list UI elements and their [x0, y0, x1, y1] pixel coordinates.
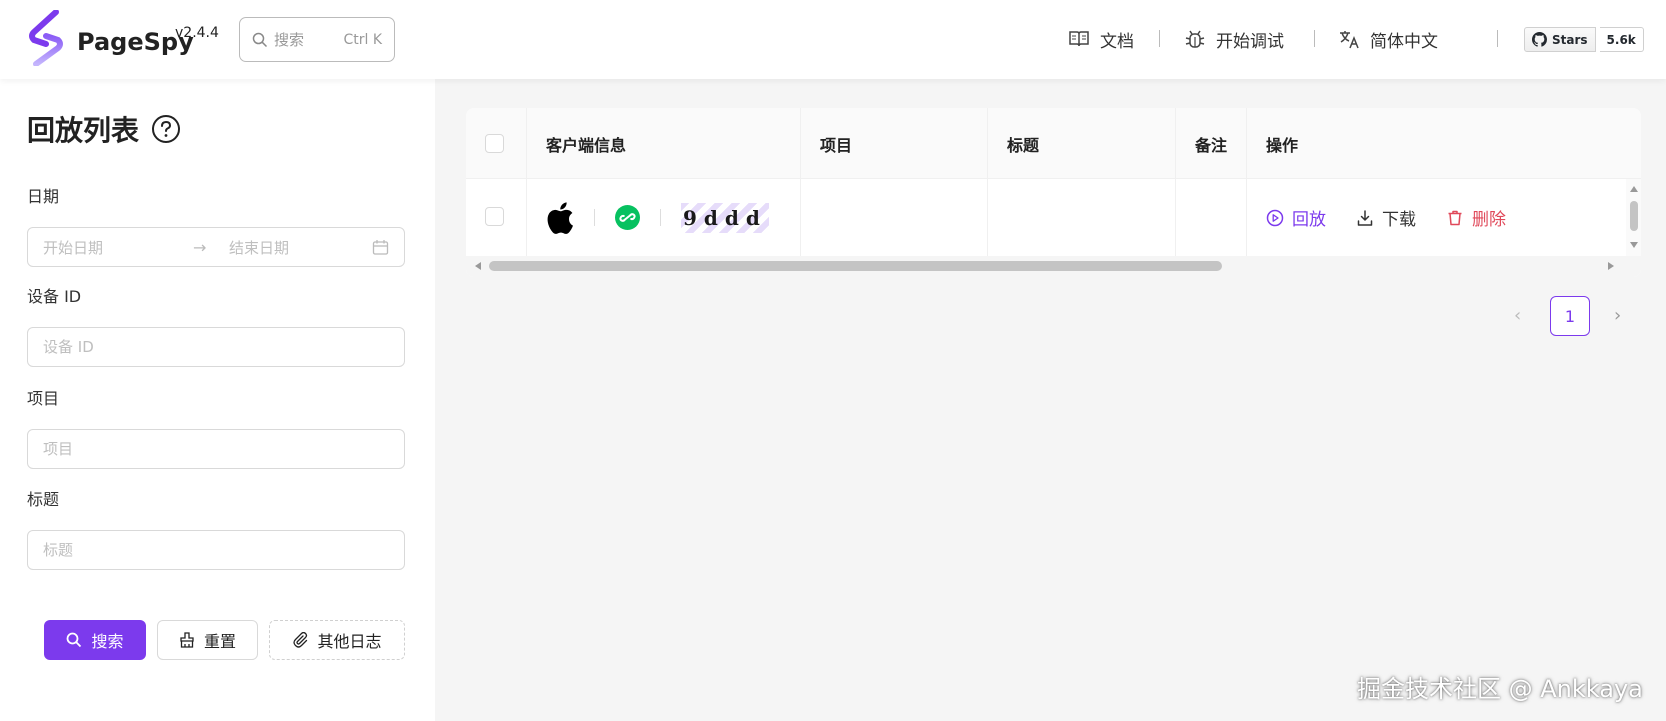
- delete-button-label: 删除: [1472, 210, 1506, 230]
- search-shortcut: Ctrl K: [343, 31, 382, 48]
- device-id-input[interactable]: [27, 327, 405, 367]
- calendar-icon: [372, 239, 389, 255]
- search-icon: [252, 32, 268, 47]
- column-divider: [526, 108, 527, 179]
- replay-button-label: 回放: [1292, 210, 1326, 230]
- vertical-scroll-thumb[interactable]: [1630, 201, 1638, 231]
- start-date-input[interactable]: 开始日期: [43, 237, 193, 258]
- client-info-cell: 9ddd: [546, 179, 769, 256]
- horizontal-scroll-thumb[interactable]: [489, 261, 1222, 271]
- project-cell: --: [820, 137, 832, 156]
- arrow-right-icon: →: [193, 237, 207, 257]
- remark-cell: --: [1195, 137, 1207, 156]
- search-icon: [67, 632, 82, 648]
- version-label: v2.4.4: [175, 25, 219, 41]
- page-title: 回放列表: [27, 109, 181, 149]
- actions-cell: 回放 下载 删除: [1266, 179, 1536, 256]
- download-button[interactable]: 下载: [1356, 205, 1416, 230]
- title-input[interactable]: [27, 530, 405, 570]
- nav-language-label: 简体中文: [1370, 31, 1438, 52]
- nav-divider: [1159, 30, 1160, 47]
- column-divider: [987, 179, 988, 256]
- project-input[interactable]: [27, 429, 405, 469]
- clear-broom-icon: [180, 632, 194, 648]
- device-id-badge[interactable]: 9ddd: [681, 202, 769, 233]
- pagination-page-1[interactable]: 1: [1550, 296, 1590, 336]
- search-button-label: 搜索: [91, 632, 124, 651]
- column-divider: [1246, 179, 1247, 256]
- scroll-right-arrow-icon[interactable]: [1608, 262, 1614, 270]
- scroll-down-arrow-icon[interactable]: [1630, 242, 1638, 248]
- column-header-actions: 操作: [1266, 135, 1299, 155]
- other-logs-button-label: 其他日志: [317, 632, 382, 651]
- translate-icon: [1340, 31, 1359, 49]
- top-header: PageSpy v2.4.4 搜索 Ctrl K 文档 开始调试 简体中文 St…: [0, 0, 1666, 79]
- play-circle-icon: [1266, 209, 1284, 226]
- pagination-prev-button[interactable]: ‹: [1514, 305, 1521, 326]
- wechat-miniprogram-icon: [615, 205, 640, 230]
- nav-language[interactable]: 简体中文: [1338, 24, 1438, 54]
- row-checkbox[interactable]: [485, 207, 504, 226]
- github-icon: [1532, 32, 1547, 47]
- github-stars-label: Stars: [1552, 32, 1588, 47]
- horizontal-scrollbar[interactable]: [466, 256, 1641, 277]
- nav-divider: [1497, 30, 1498, 47]
- github-stars-label-box[interactable]: Stars: [1524, 27, 1596, 52]
- column-divider: [526, 179, 527, 256]
- column-header-client: 客户端信息: [546, 135, 627, 155]
- replay-table: 客户端信息 项目 标题 备注 操作 9ddd -- -- -- 回放 下载 删除: [466, 108, 1641, 277]
- nav-start-debug-label: 开始调试: [1216, 31, 1284, 52]
- title-cell: --: [1007, 137, 1019, 156]
- github-stars-count[interactable]: 5.6k: [1599, 27, 1644, 52]
- watermark: 掘金技术社区 @ Ankkaya: [1357, 675, 1643, 703]
- project-label: 项目: [27, 389, 60, 408]
- end-date-input[interactable]: 结束日期: [229, 237, 372, 258]
- pagination-next-button[interactable]: ›: [1614, 305, 1621, 326]
- reset-button-label: 重置: [203, 632, 236, 651]
- github-stars-button[interactable]: Stars 5.6k: [1524, 27, 1644, 52]
- delete-button[interactable]: 删除: [1446, 205, 1506, 230]
- paperclip-icon: [293, 632, 308, 648]
- bug-icon: [1185, 30, 1205, 48]
- scroll-left-arrow-icon[interactable]: [475, 262, 481, 270]
- page-title-text: 回放列表: [27, 114, 140, 147]
- pagespy-logo-icon[interactable]: [28, 10, 64, 66]
- search-placeholder: 搜索: [274, 31, 305, 49]
- download-icon: [1357, 209, 1373, 226]
- other-logs-button[interactable]: 其他日志: [269, 620, 405, 660]
- client-divider: [660, 209, 661, 226]
- apple-icon: [547, 201, 573, 234]
- reset-button[interactable]: 重置: [157, 620, 258, 660]
- nav-start-debug[interactable]: 开始调试: [1184, 24, 1284, 54]
- scroll-up-arrow-icon[interactable]: [1630, 186, 1638, 192]
- column-divider: [1175, 179, 1176, 256]
- book-icon: [1069, 31, 1089, 47]
- filter-sidebar: 回放列表 日期 开始日期 → 结束日期 设备 ID 项目 标题 搜索 重置 其他…: [0, 79, 435, 721]
- date-label: 日期: [27, 187, 60, 206]
- nav-divider: [1314, 30, 1315, 47]
- title-label: 标题: [27, 490, 60, 509]
- column-divider: [800, 179, 801, 256]
- date-range-picker[interactable]: 开始日期 → 结束日期: [27, 227, 405, 267]
- search-button[interactable]: 搜索: [44, 620, 146, 660]
- download-button-label: 下载: [1382, 210, 1416, 230]
- replay-button[interactable]: 回放: [1266, 205, 1326, 230]
- nav-docs[interactable]: 文档: [1068, 24, 1134, 54]
- select-all-checkbox[interactable]: [485, 134, 504, 153]
- trash-icon: [1448, 210, 1462, 225]
- client-divider: [594, 209, 595, 226]
- device-id-label: 设备 ID: [27, 287, 82, 306]
- question-circle-icon[interactable]: [151, 114, 181, 144]
- vertical-scrollbar[interactable]: [1626, 179, 1641, 256]
- nav-docs-label: 文档: [1100, 31, 1134, 52]
- search-input[interactable]: 搜索 Ctrl K: [239, 17, 395, 62]
